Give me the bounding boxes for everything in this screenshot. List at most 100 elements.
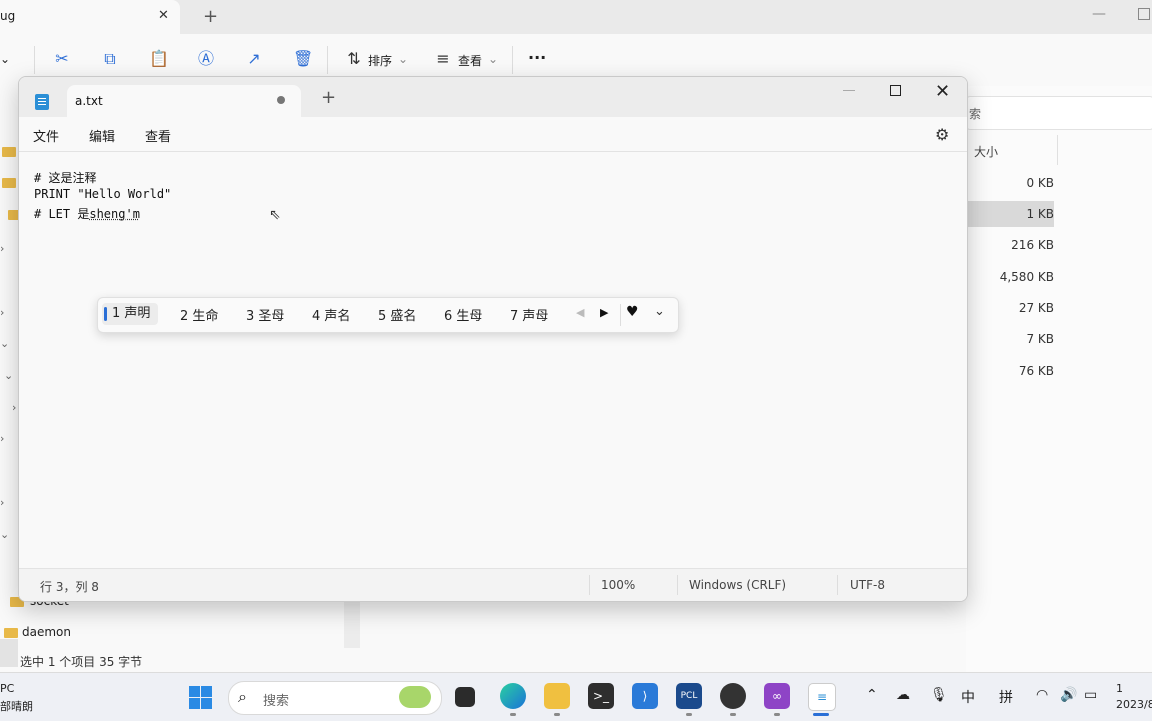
scrollbar[interactable] <box>344 600 360 648</box>
editor-line-2: PRINT "Hello World" <box>34 187 172 201</box>
new-tab-button[interactable]: + <box>321 89 336 107</box>
terminal-icon[interactable]: >_ <box>588 683 614 709</box>
start-button[interactable] <box>189 686 212 709</box>
windows-logo-icon <box>189 686 200 697</box>
more-options-button[interactable]: ··· <box>528 48 546 67</box>
obs-icon[interactable] <box>720 683 746 709</box>
chevron-down-icon[interactable]: ⌄ <box>0 337 9 350</box>
weather-desc[interactable]: 部晴朗 <box>0 698 33 714</box>
chevron-right-icon[interactable]: › <box>0 432 4 445</box>
chevron-right-icon[interactable]: › <box>0 242 4 255</box>
copy-icon[interactable]: ⧉ <box>101 50 119 68</box>
clock-time: 1 <box>1116 682 1123 695</box>
nav-selected-item[interactable] <box>0 639 18 667</box>
sort-icon: ⇅ <box>347 49 361 68</box>
active-indicator <box>813 713 829 716</box>
settings-gear-icon[interactable]: ⚙ <box>935 125 949 144</box>
ime-candidate-bar: 1 声明 2 生命 3 圣母 4 声名 5 盛名 6 生母 7 声母 ◀ ▶ ♥… <box>97 297 679 333</box>
edge-browser-icon[interactable] <box>500 683 526 709</box>
search-placeholder: 索 <box>969 107 982 121</box>
rename-icon[interactable]: Ⓐ <box>197 50 215 68</box>
new-menu-fragment[interactable]: ⌄ <box>0 52 10 66</box>
ime-composing-text: sheng'm <box>89 207 140 221</box>
notepad-tab[interactable]: a.txt <box>67 85 301 117</box>
paste-icon[interactable]: 📋 <box>149 50 169 68</box>
taskbar-search[interactable]: ⌕ 搜索 <box>228 681 442 715</box>
notepad-window: a.txt + ✕ 文件 编辑 查看 ⚙ # 这是注释 PRINT "Hello… <box>18 76 968 602</box>
close-button[interactable]: ✕ <box>935 81 950 102</box>
running-indicator <box>554 713 560 716</box>
editor-line-1: # 这是注释 <box>34 171 97 185</box>
clock-date: 2023/8 <box>1116 698 1152 711</box>
chevron-right-icon[interactable]: › <box>0 306 4 319</box>
maximize-button[interactable] <box>1138 8 1150 20</box>
explorer-tab[interactable]: ug ✕ <box>0 0 180 34</box>
delete-icon[interactable]: 🗑 <box>293 50 313 68</box>
maximize-button[interactable] <box>890 85 901 96</box>
search-input[interactable]: 索 <box>966 96 1152 130</box>
toolbar-divider <box>327 46 328 74</box>
emoji-heart-icon[interactable]: ♥ <box>626 304 639 320</box>
visual-studio-icon[interactable]: ∞ <box>764 683 790 709</box>
cursor-position: 行 3，列 8 <box>40 580 99 594</box>
text-editor[interactable]: # 这是注释 PRINT "Hello World" # LET 是sheng'… <box>19 152 967 568</box>
cloud-icon[interactable]: ☁ <box>896 687 910 703</box>
chevron-down-icon: ⌄ <box>398 52 409 66</box>
share-icon[interactable]: ↗ <box>245 50 263 68</box>
folder-icon <box>2 147 16 157</box>
ime-candidate[interactable]: 1 声明 <box>102 303 159 325</box>
battery-icon[interactable]: ▭ <box>1084 687 1097 703</box>
chevron-right-icon[interactable]: › <box>0 496 4 509</box>
task-view-icon[interactable] <box>455 687 475 707</box>
next-page-icon[interactable]: ▶ <box>600 306 608 319</box>
chevron-down-icon[interactable]: ⌄ <box>654 304 665 319</box>
size-column-header[interactable]: 大小 <box>974 143 998 160</box>
ime-candidate[interactable]: 2 生命 <box>180 305 218 324</box>
file-size-cell: 4,580 KB <box>999 270 1054 284</box>
status-divider <box>677 575 678 595</box>
notepad-icon[interactable]: ≡ <box>808 683 836 711</box>
line-3-text: # LET 是 <box>34 207 90 221</box>
chevron-up-icon[interactable]: ⌃ <box>866 687 878 703</box>
running-indicator <box>686 713 692 716</box>
ime-mode-indicator[interactable]: 拼 <box>999 687 1013 707</box>
minimize-button[interactable] <box>843 90 855 91</box>
view-button[interactable]: 查看 <box>458 52 482 69</box>
file-size-cell: 216 KB <box>1011 238 1054 252</box>
language-indicator[interactable]: 中 <box>961 687 975 707</box>
status-bar: 行 3，列 8 100% Windows (CRLF) UTF-8 <box>19 568 967 601</box>
vscode-icon[interactable]: ⟩ <box>632 683 658 709</box>
ime-candidate[interactable]: 7 声母 <box>510 305 548 324</box>
file-explorer-icon[interactable] <box>544 683 570 709</box>
menu-view[interactable]: 查看 <box>145 126 171 145</box>
encoding: UTF-8 <box>850 578 885 592</box>
menu-edit[interactable]: 编辑 <box>89 126 115 145</box>
chevron-down-icon[interactable]: ⌄ <box>4 369 13 382</box>
windows-logo-icon <box>189 698 200 709</box>
explorer-status-text: 选中 1 个项目 35 字节 <box>20 655 143 669</box>
ime-candidate[interactable]: 6 生母 <box>444 305 482 324</box>
ime-candidate[interactable]: 4 声名 <box>312 305 350 324</box>
microphone-icon[interactable]: 🎙 <box>930 687 948 703</box>
ime-candidate[interactable]: 5 盛名 <box>378 305 416 324</box>
windows-logo-icon <box>201 698 212 709</box>
unsaved-indicator-icon[interactable] <box>277 96 285 104</box>
chevron-down-icon[interactable]: ⌄ <box>0 528 9 541</box>
menu-bar: 文件 编辑 查看 ⚙ <box>19 117 967 152</box>
wifi-icon[interactable]: ◠ <box>1036 687 1048 703</box>
clock[interactable]: 1 2023/8 <box>1116 681 1152 713</box>
pcl-icon[interactable]: PCL <box>676 683 702 709</box>
minimize-button[interactable]: — <box>1092 6 1106 22</box>
weather-label[interactable]: PC <box>0 682 14 695</box>
ime-candidate[interactable]: 3 圣母 <box>246 305 284 324</box>
taskbar: PC 部晴朗 ⌕ 搜索 >_ ⟩ PCL ∞ ≡ ⌃ ☁ 🎙 中 拼 ◠ 🔊 ▭… <box>0 672 1152 721</box>
new-tab-button[interactable]: + <box>203 6 218 27</box>
close-icon[interactable]: ✕ <box>158 8 169 23</box>
prev-page-icon[interactable]: ◀ <box>576 306 584 319</box>
sort-button[interactable]: 排序 <box>368 52 392 69</box>
cut-icon[interactable]: ✂ <box>53 50 71 68</box>
volume-icon[interactable]: 🔊 <box>1060 687 1077 703</box>
folder-icon <box>4 628 18 638</box>
menu-file[interactable]: 文件 <box>33 126 59 145</box>
chevron-right-icon[interactable]: › <box>12 401 16 414</box>
